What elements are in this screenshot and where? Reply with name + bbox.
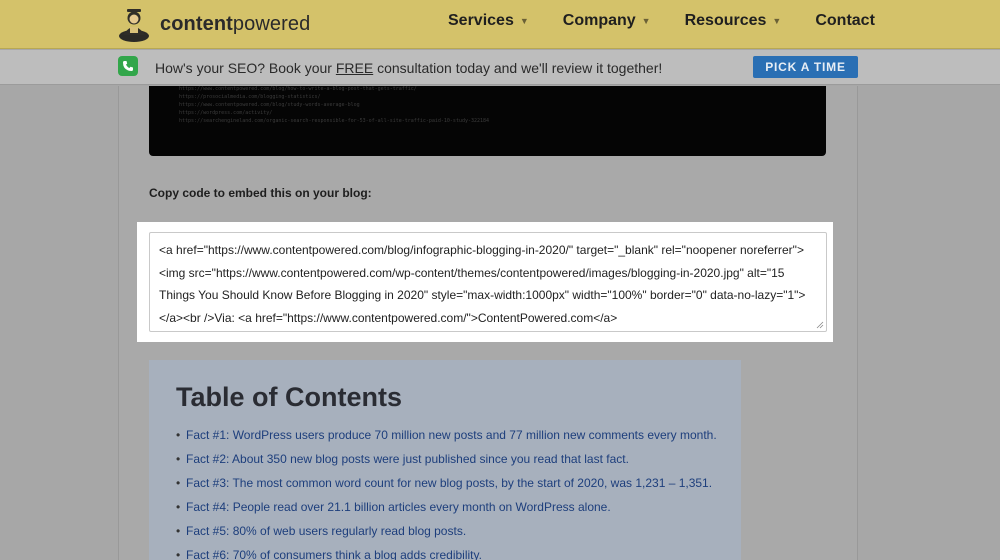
toc-list: • Fact #1: WordPress users produce 70 mil… [176, 427, 717, 560]
nav-contact[interactable]: Contact [815, 12, 875, 30]
toc-link[interactable]: Fact #3: The most common word count for … [186, 475, 712, 499]
code-line: https://searchengineland.com/organic-sea… [179, 118, 490, 124]
list-item: • Fact #2: About 350 new blog posts were … [176, 451, 717, 475]
code-line: https://wordpress.com/activity/ [179, 110, 273, 116]
promo-text: How's your SEO? Book your FREE consultat… [155, 60, 663, 76]
nav-services[interactable]: Services ▼ [448, 12, 529, 30]
list-item: • Fact #5: 80% of web users regularly rea… [176, 523, 717, 547]
toc-link[interactable]: Fact #5: 80% of web users regularly read… [186, 523, 466, 547]
promo-bar: How's your SEO? Book your FREE consultat… [0, 50, 1000, 85]
code-line: https://www.contentpowered.com/blog/how-… [179, 86, 417, 92]
list-item: • Fact #6: 70% of consumers think a blog … [176, 547, 717, 560]
phone-icon [118, 56, 138, 76]
site-header: contentpowered Services ▼ Company ▼ Resour… [0, 0, 1000, 49]
toc-link[interactable]: Fact #6: 70% of consumers think a blog a… [186, 547, 482, 560]
caret-down-icon: ▼ [772, 16, 782, 26]
pick-a-time-button[interactable]: PICK A TIME [753, 56, 858, 78]
site-logo[interactable]: contentpowered [116, 4, 310, 44]
list-item: • Fact #3: The most common word count for… [176, 475, 717, 499]
list-item: • Fact #1: WordPress users produce 70 mil… [176, 427, 717, 451]
toc-title: Table of Contents [176, 382, 402, 412]
toc-link[interactable]: Fact #4: People read over 21.1 billion a… [186, 499, 611, 523]
embed-code-text: <a href="https://www.contentpowered.com/… [159, 243, 806, 325]
nav-resources[interactable]: Resources ▼ [685, 12, 782, 30]
embed-code-textarea[interactable]: <a href="https://www.contentpowered.com/… [149, 232, 827, 332]
main-nav: Services ▼ Company ▼ Resources ▼ Contact [448, 12, 875, 30]
list-item: • Fact #4: People read over 21.1 billion … [176, 499, 717, 523]
brand-name: contentpowered [160, 12, 311, 35]
toc-link[interactable]: Fact #1: WordPress users produce 70 mill… [186, 427, 717, 451]
resize-grip-icon[interactable] [816, 321, 824, 329]
caret-down-icon: ▼ [641, 16, 651, 26]
code-preview-block: https://www.contentpowered.com/blog/how-… [149, 86, 826, 156]
toc-link[interactable]: Fact #2: About 350 new blog posts were j… [186, 451, 629, 475]
code-line: https://prosocialmedia.com/blogging-stat… [179, 94, 321, 100]
embed-label: Copy code to embed this on your blog: [149, 186, 372, 200]
nav-company[interactable]: Company ▼ [563, 12, 651, 30]
logo-mascot-icon [119, 9, 149, 42]
code-line: https://www.contentpowered.com/blog/stud… [179, 102, 360, 108]
caret-down-icon: ▼ [519, 16, 529, 26]
promo-free: FREE [335, 60, 374, 76]
table-of-contents: Table of Contents • Fact #1: WordPress us… [149, 360, 741, 560]
